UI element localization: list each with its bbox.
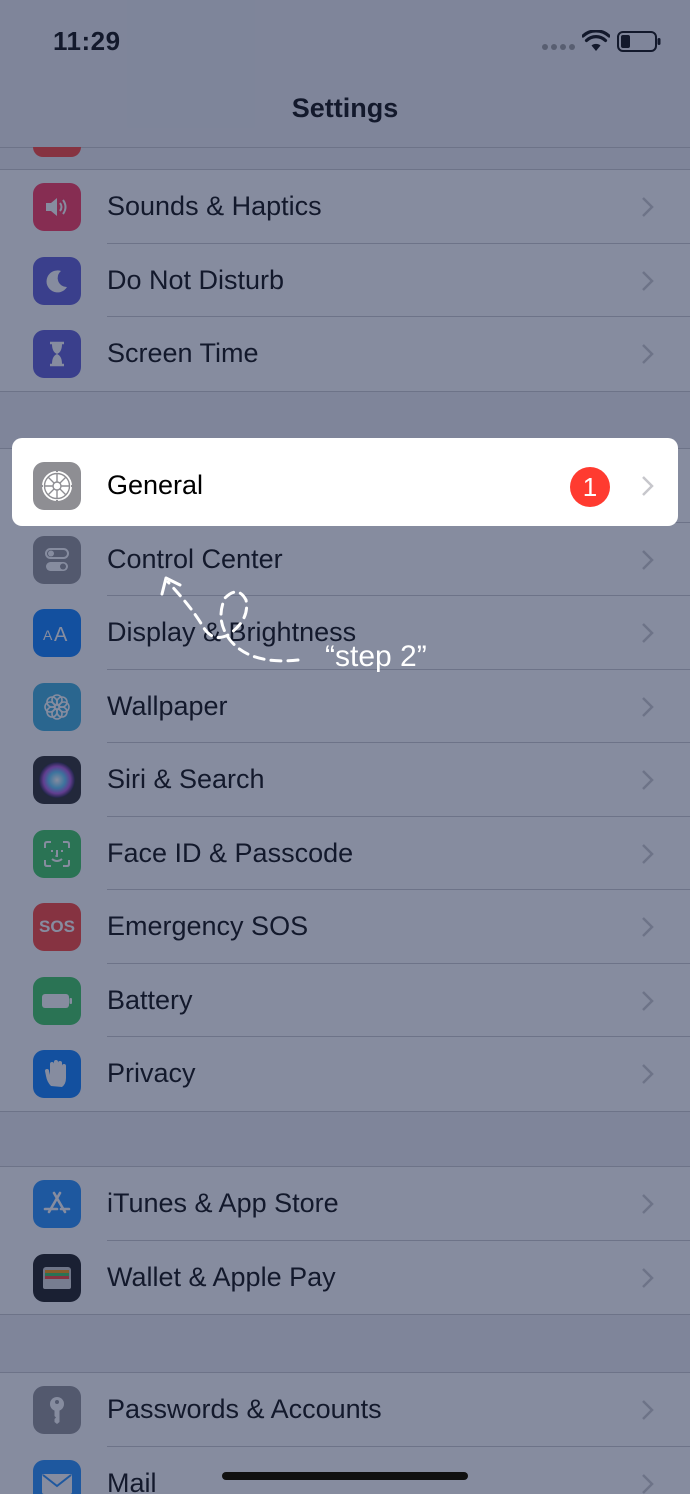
settings-group-sounds: Sounds & Haptics Do Not Disturb Screen T… [0,169,690,392]
settings-row-wallet-apple-pay[interactable]: Wallet & Apple Pay [0,1241,690,1315]
chevron-right-icon [642,344,654,364]
chevron-right-icon [642,1194,654,1214]
settings-screen: 11:29 Settings Sounds & Haptics Do Not D… [0,0,690,1494]
chevron-right-icon [642,770,654,790]
chevron-right-icon [642,1267,654,1288]
battery-icon [33,976,81,1025]
chevron-right-icon [642,476,654,496]
row-label: Sounds & Haptics [107,191,322,221]
settings-group-general: Control Center AA Display & Brightness W… [0,448,690,1112]
chevron-right-icon [642,1400,654,1420]
settings-row-general[interactable]: General 1 [0,449,690,523]
row-label: Mail [107,1467,157,1494]
settings-row-face-id[interactable]: Face ID & Passcode [0,817,690,890]
speaker-icon [33,183,81,231]
settings-row-screen-time[interactable]: Screen Time [0,317,690,391]
nav-divider [0,147,690,148]
chevron-right-icon [642,549,654,570]
toggles-icon [33,535,81,584]
chevron-right-icon [642,270,654,291]
wallet-icon [33,1253,81,1302]
status-time: 11:29 [53,26,121,56]
battery-status-icon [617,31,661,52]
notification-badge: 1 [570,467,610,507]
chevron-right-icon [642,917,654,937]
settings-row-battery[interactable]: Battery [0,964,690,1037]
flower-icon [33,682,81,731]
wifi-icon [582,30,610,51]
cellular-signal-icon [542,44,576,50]
settings-row-do-not-disturb[interactable]: Do Not Disturb [0,244,690,317]
row-label: Privacy [107,1058,196,1088]
row-label: Wallet & Apple Pay [107,1261,336,1292]
gear-icon [33,462,81,510]
settings-group-store: iTunes & App Store Wallet & Apple Pay [0,1166,690,1315]
hand-icon [33,1050,81,1098]
chevron-right-icon [642,843,654,864]
moon-icon [33,256,81,305]
page-title: Settings [291,93,399,123]
siri-icon [33,756,81,804]
row-label: Passwords & Accounts [107,1394,382,1424]
chevron-right-icon [642,1064,654,1084]
settings-row-passwords-accounts[interactable]: Passwords & Accounts [0,1373,690,1447]
chevron-right-icon [642,1473,654,1494]
hourglass-icon [33,330,81,378]
partial-row-icon [33,147,81,157]
tutorial-arrow-icon [160,576,300,663]
svg-text:A: A [54,624,68,646]
settings-row-emergency-sos[interactable]: SOS Emergency SOS [0,890,690,964]
row-label: Emergency SOS [107,911,309,941]
settings-row-control-center[interactable]: Control Center [0,523,690,596]
key-icon [33,1386,81,1434]
home-indicator[interactable] [222,1472,468,1480]
row-label: Screen Time [107,338,259,368]
chevron-right-icon [642,197,654,217]
row-label: Battery [107,984,193,1015]
row-label: Face ID & Passcode [107,837,354,868]
text-size-icon: AA [33,609,81,657]
status-bar: 11:29 [0,0,690,84]
settings-row-itunes-app-store[interactable]: iTunes & App Store [0,1167,690,1241]
row-label: General [107,470,204,500]
settings-row-mail[interactable]: Mail [0,1447,690,1494]
settings-row-siri-search[interactable]: Siri & Search [0,743,690,817]
sos-icon: SOS [33,903,81,951]
chevron-right-icon [642,623,654,643]
face-id-icon [33,829,81,878]
settings-row-wallpaper[interactable]: Wallpaper [0,670,690,743]
settings-row-sounds-haptics[interactable]: Sounds & Haptics [0,170,690,244]
sos-icon-text: SOS [39,917,75,936]
tutorial-step-label: “step 2” [325,640,427,673]
row-label: iTunes & App Store [107,1188,339,1218]
chevron-right-icon [642,696,654,717]
row-label: Wallpaper [107,690,228,721]
mail-icon [33,1459,81,1494]
svg-text:A: A [43,627,53,643]
chevron-right-icon [642,990,654,1011]
settings-row-privacy[interactable]: Privacy [0,1037,690,1111]
app-store-icon [33,1180,81,1228]
row-label: Do Not Disturb [107,264,285,295]
highlighted-general-card: General 1 [12,438,678,526]
row-label: Siri & Search [107,764,265,794]
